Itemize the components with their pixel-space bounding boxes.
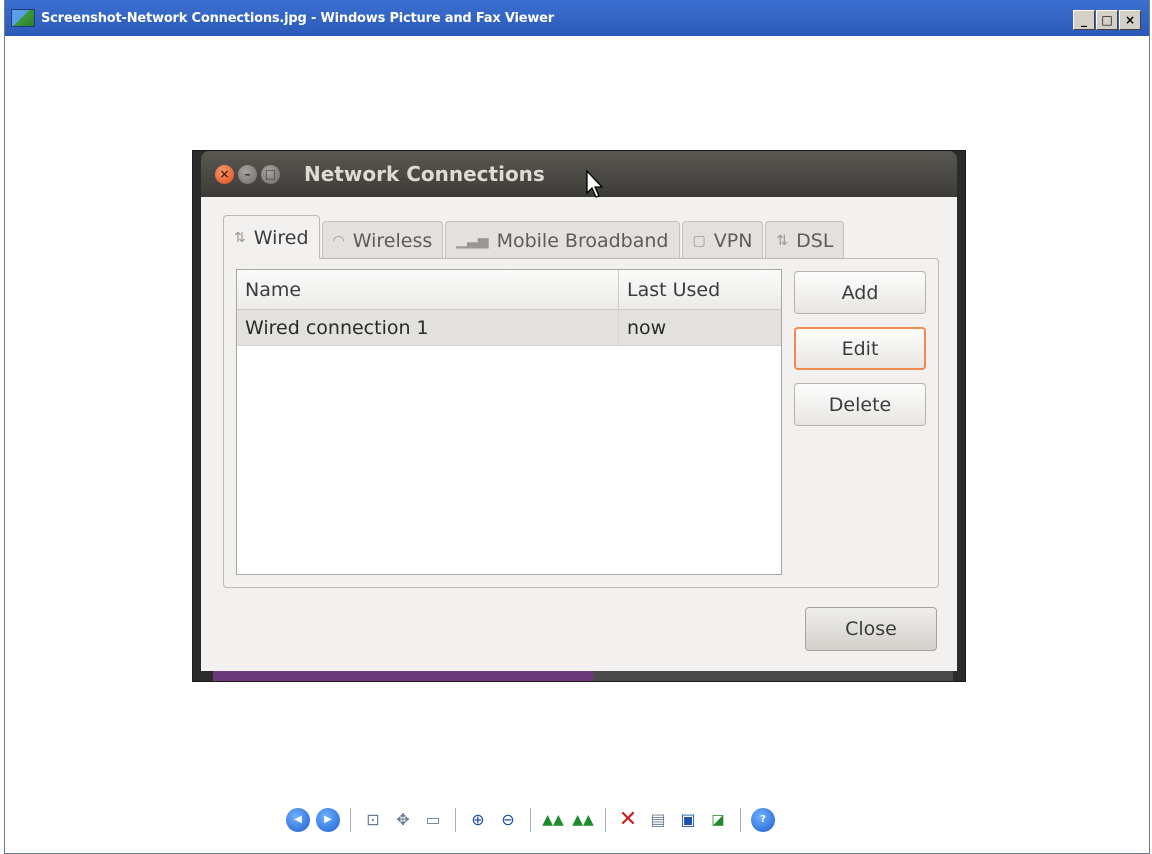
network-wired-icon: ⇅ xyxy=(234,229,246,246)
save-icon[interactable]: ▣ xyxy=(676,808,700,832)
add-button: Add xyxy=(794,271,926,314)
tab-label: Wired xyxy=(253,226,309,249)
column-header-last-used: Last Used xyxy=(627,278,721,301)
tab-vpn: ▢ VPN xyxy=(681,221,764,259)
dialog-minimize-icon: – xyxy=(238,164,257,184)
close-button[interactable]: × xyxy=(1119,10,1141,30)
dialog-title: Network Connections xyxy=(304,162,545,186)
wifi-icon: ◠ xyxy=(332,232,345,249)
tab-label: Mobile Broadband xyxy=(496,229,669,252)
slideshow-icon[interactable]: ▭ xyxy=(421,808,445,832)
tab-dsl: ⇅ DSL xyxy=(765,221,845,259)
connection-last-used: now xyxy=(627,316,667,339)
tab-label: VPN xyxy=(713,229,753,252)
column-header-name: Name xyxy=(237,270,619,309)
lock-icon: ▢ xyxy=(692,232,706,249)
zoom-out-icon[interactable]: ⊖ xyxy=(496,808,520,832)
signal-bars-icon: ▁▃▅ xyxy=(456,232,489,249)
edit-button: Edit xyxy=(794,327,926,370)
list-header: Name Last Used xyxy=(237,270,781,310)
maximize-button[interactable]: □ xyxy=(1096,10,1118,30)
rotate-clockwise-icon[interactable]: ▲▲ xyxy=(541,808,565,832)
delete-button: Delete xyxy=(794,383,926,426)
dialog-close-button: Close xyxy=(805,607,937,651)
dialog-titlebar: × – □ Network Connections xyxy=(201,151,957,197)
previous-image-icon[interactable]: ◀ xyxy=(286,808,310,832)
edit-image-icon[interactable]: ◪ xyxy=(706,808,730,832)
viewer-titlebar[interactable]: Screenshot-Network Connections.jpg - Win… xyxy=(5,0,1149,36)
wired-tab-panel: Name Last Used Wired connection 1 now Ad… xyxy=(223,258,939,588)
connection-tabs: ⇅ Wired ◠ Wireless ▁▃▅ Mobile Broadband … xyxy=(223,215,846,259)
tab-mobile-broadband: ▁▃▅ Mobile Broadband xyxy=(445,221,680,259)
best-fit-icon[interactable]: ⊡ xyxy=(361,808,385,832)
dialog-maximize-icon: □ xyxy=(261,164,280,184)
tab-label: DSL xyxy=(796,229,834,252)
minimize-button[interactable]: _ xyxy=(1073,10,1095,30)
mouse-cursor-icon xyxy=(586,169,604,198)
print-icon[interactable]: ▤ xyxy=(646,808,670,832)
dialog-body: ⇅ Wired ◠ Wireless ▁▃▅ Mobile Broadband … xyxy=(201,197,957,671)
toolbar-divider xyxy=(530,808,531,832)
viewer-title: Screenshot-Network Connections.jpg - Win… xyxy=(41,10,554,26)
toolbar-divider xyxy=(740,808,741,832)
next-image-icon[interactable]: ▶ xyxy=(316,808,340,832)
connection-actions: Add Edit Delete xyxy=(794,271,926,439)
toolbar-divider xyxy=(605,808,606,832)
tab-label: Wireless xyxy=(352,229,433,252)
window-controls: _ □ × xyxy=(1073,10,1141,30)
actual-size-icon[interactable]: ✥ xyxy=(391,808,415,832)
connection-name: Wired connection 1 xyxy=(237,310,619,345)
toolbar-divider xyxy=(455,808,456,832)
list-item: Wired connection 1 now xyxy=(237,310,781,346)
network-dsl-icon: ⇅ xyxy=(776,232,789,249)
delete-icon[interactable]: ✕ xyxy=(616,808,640,832)
help-icon[interactable]: ? xyxy=(751,808,775,832)
toolbar-divider xyxy=(350,808,351,832)
dialog-close-icon: × xyxy=(215,164,234,184)
tab-wireless: ◠ Wireless xyxy=(321,221,444,259)
tab-wired: ⇅ Wired xyxy=(223,215,320,259)
screenshot-image: × – □ Network Connections ⇅ Wired ◠ Wire… xyxy=(192,150,966,682)
viewer-toolbar: ◀ ▶ ⊡ ✥ ▭ ⊕ ⊖ ▲▲ ▲▲ ✕ ▤ ▣ ◪ ? xyxy=(286,806,775,834)
picture-viewer-app-icon xyxy=(11,9,35,27)
connection-list: Name Last Used Wired connection 1 now xyxy=(236,269,782,575)
zoom-in-icon[interactable]: ⊕ xyxy=(466,808,490,832)
rotate-counterclockwise-icon[interactable]: ▲▲ xyxy=(571,808,595,832)
